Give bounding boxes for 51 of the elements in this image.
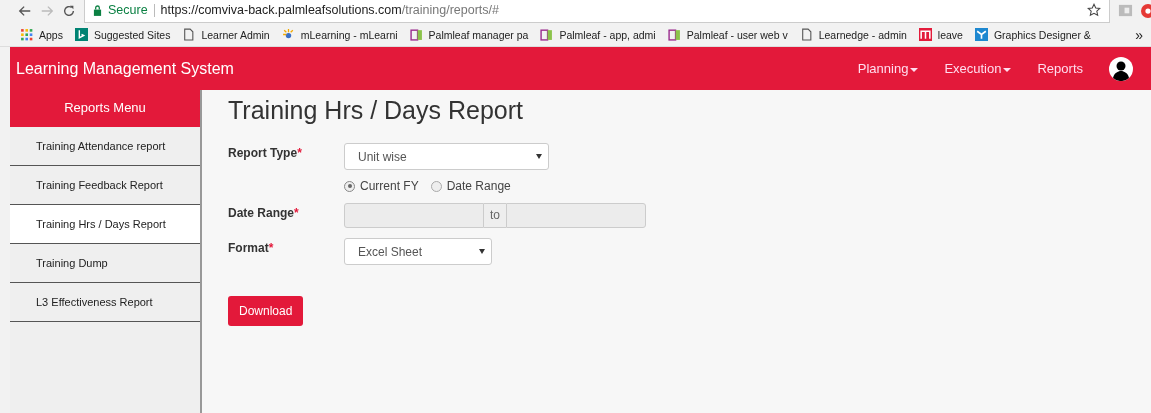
format-select[interactable]: Excel Sheet	[344, 238, 492, 265]
reload-icon[interactable]	[62, 3, 76, 18]
bookmark[interactable]: mLearning - mLearni	[281, 28, 398, 41]
field-label: Format*	[228, 240, 275, 255]
bookmark[interactable]: Suggested Sites	[74, 28, 171, 41]
page-icon	[182, 28, 196, 41]
user-avatar-icon[interactable]	[1109, 56, 1133, 81]
radio-label[interactable]: Current FY	[360, 179, 419, 193]
book-icon	[540, 28, 554, 41]
bookmark[interactable]: Learnedge - admin	[799, 28, 907, 41]
url-text: https://comviva-back.palmleafsolutions.com/training/reports/#	[160, 3, 500, 17]
field-label: Date Range*	[228, 205, 300, 220]
sidebar-item[interactable]: Training Dump	[10, 244, 200, 283]
m-logo-icon	[918, 28, 932, 41]
range-separator: to	[484, 203, 506, 228]
report-type-select[interactable]: Unit wise	[344, 143, 549, 170]
address-bar[interactable]: Secure https://comviva-back.palmleafsolutions.com/training/reports/#	[84, 0, 1110, 23]
bookmark[interactable]: Palmleaf manager pa	[409, 28, 529, 41]
app-title[interactable]: Learning Management System	[16, 59, 234, 78]
lock-icon	[93, 4, 102, 16]
radio-label[interactable]: Date Range	[446, 179, 511, 193]
star-icon[interactable]	[1087, 3, 1101, 17]
book-icon	[409, 28, 423, 41]
nav-link[interactable]: Execution	[944, 61, 1012, 76]
sidebar-item[interactable]: Training Hrs / Days Report	[10, 205, 200, 244]
radio-button[interactable]	[430, 180, 442, 192]
download-button[interactable]: Download	[228, 296, 304, 326]
sidebar-item[interactable]: Training Attendance report	[10, 127, 200, 166]
bookmark[interactable]: Palmleaf - app, admi	[540, 28, 656, 41]
sidebar-title: Reports Menu	[10, 90, 200, 127]
sparkle-icon	[281, 28, 295, 41]
b-logo-icon	[74, 28, 88, 41]
sidebar-item[interactable]: L3 Effectiveness Report	[10, 283, 200, 322]
page-icon	[799, 28, 813, 41]
nav-link[interactable]: Reports	[1037, 61, 1083, 76]
extension-icon[interactable]	[1141, 3, 1151, 18]
back-icon[interactable]	[18, 3, 32, 18]
more-bookmarks-button[interactable]: »	[1135, 26, 1143, 43]
field-label: Report Type*	[228, 145, 303, 160]
bookmark[interactable]: Palmleaf - user web v	[667, 28, 788, 41]
book-icon	[667, 28, 681, 41]
bookmark[interactable]: Learner Admin	[182, 28, 270, 41]
nav-link[interactable]: Planning	[857, 61, 919, 76]
radio-button[interactable]	[344, 180, 355, 192]
apps-grid-icon	[20, 28, 33, 41]
secure-label: Secure	[108, 3, 148, 17]
bookmark[interactable]: Graphics Designer &	[974, 28, 1091, 41]
page-title: Training Hrs / Days Report	[228, 96, 524, 125]
y-logo-icon	[974, 28, 988, 41]
bookmark[interactable]: leave	[918, 28, 963, 41]
bookmark[interactable]: Apps	[20, 28, 63, 41]
